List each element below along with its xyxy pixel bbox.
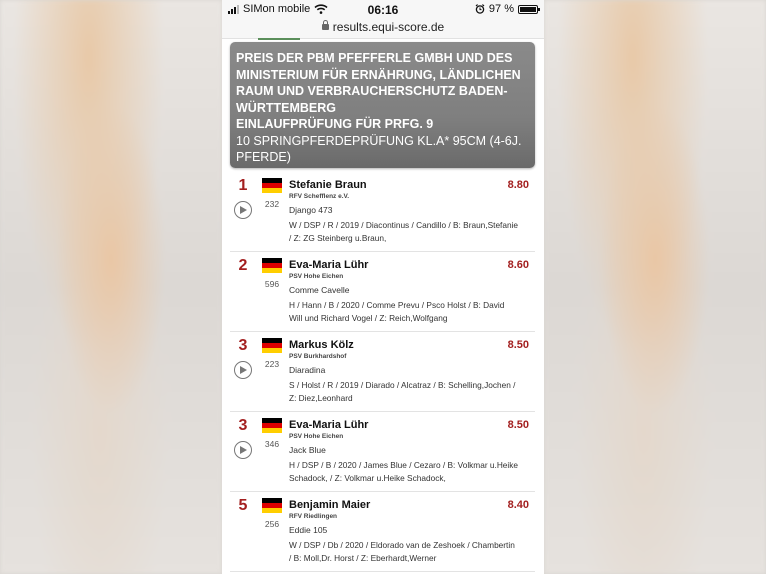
url-text: results.equi-score.de [332, 20, 445, 34]
result-row[interactable]: 1 232 Stefanie Braun RFV Schefflenz e.V. Dja… [230, 172, 535, 252]
club-name: PSV Hohe Eichen [289, 433, 344, 440]
phone-screen: SIMon mobile 06:16 97 % results.equi-sco… [222, 0, 544, 574]
score: 8.50 [507, 419, 529, 431]
rank: 1 [238, 177, 248, 194]
head-number: 223 [264, 359, 280, 369]
horse-name: Comme Cavelle [289, 285, 350, 295]
lock-icon [321, 20, 329, 30]
result-row[interactable]: 3 346 Eva-Maria Lühr PSV Hohe Eichen Jack Bl… [230, 412, 535, 492]
head-number: 232 [264, 199, 280, 209]
rider-name[interactable]: Eva-Maria Lühr [289, 419, 368, 431]
horse-details: W / DSP / R / 2019 / Diacontinus / Candi… [289, 220, 519, 243]
head-number: 596 [264, 279, 280, 289]
rider-name[interactable]: Eva-Maria Lühr [289, 259, 368, 271]
competition-header: PREIS DER PBM PFEFFERLE GMBH UND DES MIN… [230, 42, 535, 168]
horse-name: Diaradina [289, 365, 326, 375]
results-list: 1 232 Stefanie Braun RFV Schefflenz e.V. Dja… [230, 172, 535, 572]
battery-percentage: 97 % [488, 3, 514, 15]
blurred-background-right [544, 0, 766, 574]
germany-flag-icon [262, 178, 282, 193]
rider-name[interactable]: Markus Kölz [289, 339, 354, 351]
play-video-icon[interactable] [234, 201, 252, 219]
rider-name[interactable]: Benjamin Maier [289, 499, 370, 511]
horse-details: H / DSP / B / 2020 / James Blue / Cezaro… [289, 460, 519, 483]
score: 8.40 [507, 499, 529, 511]
germany-flag-icon [262, 338, 282, 353]
rank: 3 [238, 337, 248, 354]
result-row[interactable]: 5 256 Benjamin Maier RFV Riedlingen Eddie 10… [230, 492, 535, 572]
result-row[interactable]: 3 223 Markus Kölz PSV Burkhardshof Diaradina… [230, 332, 535, 412]
rank: 5 [238, 497, 248, 514]
horse-details: S / Holst / R / 2019 / Diarado / Alcatra… [289, 380, 516, 403]
germany-flag-icon [262, 258, 282, 273]
active-tab-indicator [258, 38, 300, 40]
germany-flag-icon [262, 498, 282, 513]
class-title: 10 SPRINGPFERDEPRÜFUNG KL.A* 95CM (4-6J.… [236, 133, 522, 165]
alarm-icon [475, 4, 485, 14]
germany-flag-icon [262, 418, 282, 433]
status-bar: SIMon mobile 06:16 97 % [222, 0, 544, 20]
battery-icon [518, 4, 540, 14]
sponsor-title: PREIS DER PBM PFEFFERLE GMBH UND DES MIN… [236, 51, 521, 115]
play-video-icon[interactable] [234, 361, 252, 379]
horse-details: W / DSP / Db / 2020 / Eldorado van de Ze… [289, 540, 515, 563]
blurred-background-left [0, 0, 222, 574]
horse-name: Eddie 105 [289, 525, 328, 535]
horse-details: H / Hann / B / 2020 / Comme Prevu / Psco… [289, 300, 505, 323]
address-bar[interactable]: results.equi-score.de [222, 20, 544, 39]
horse-name: Jack Blue [289, 445, 326, 455]
club-name: PSV Hohe Eichen [289, 273, 344, 280]
competition-title: EINLAUFPRÜFUNG FÜR PRFG. 9 [236, 117, 434, 131]
result-row[interactable]: 2 596 Eva-Maria Lühr PSV Hohe Eichen Comme C… [230, 252, 535, 332]
play-video-icon[interactable] [234, 441, 252, 459]
battery-fill [520, 6, 536, 12]
club-name: RFV Schefflenz e.V. [289, 193, 350, 200]
score: 8.60 [507, 259, 529, 271]
head-number: 256 [264, 519, 280, 529]
club-name: PSV Burkhardshof [289, 353, 347, 360]
score: 8.50 [507, 339, 529, 351]
rank: 3 [238, 417, 248, 434]
score: 8.80 [507, 179, 529, 191]
head-number: 346 [264, 439, 280, 449]
rider-name[interactable]: Stefanie Braun [289, 179, 367, 191]
rank: 2 [238, 257, 248, 274]
horse-name: Django 473 [289, 205, 333, 215]
club-name: RFV Riedlingen [289, 513, 338, 520]
